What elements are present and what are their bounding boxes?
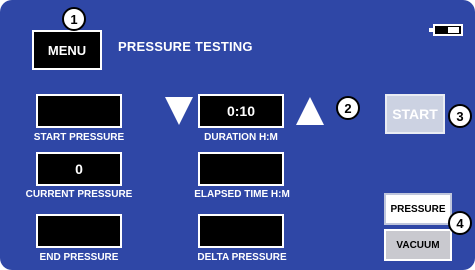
callout-marker-1: 1 xyxy=(62,7,86,31)
pressure-testing-screen: MENU PRESSURE TESTING START PRESSURE 0:1… xyxy=(0,0,475,270)
pressure-mode-button[interactable]: PRESSURE xyxy=(384,193,452,225)
elapsed-time-label: ELAPSED TIME H:M xyxy=(194,189,290,200)
duration-label: DURATION H:M xyxy=(204,132,278,143)
current-pressure-label: CURRENT PRESSURE xyxy=(25,189,133,200)
page-title: PRESSURE TESTING xyxy=(118,39,253,54)
triangle-up-icon[interactable] xyxy=(296,97,324,125)
start-pressure-label: START PRESSURE xyxy=(33,132,125,143)
callout-marker-3: 3 xyxy=(448,104,472,128)
start-button[interactable]: START xyxy=(385,94,445,134)
delta-pressure-label: DELTA PRESSURE xyxy=(197,252,287,263)
delta-pressure-display xyxy=(198,214,284,248)
end-pressure-label: END PRESSURE xyxy=(39,252,119,263)
duration-field[interactable]: 0:10 xyxy=(198,94,284,128)
current-pressure-display: 0 xyxy=(36,152,122,186)
triangle-down-icon[interactable] xyxy=(165,97,193,125)
menu-button[interactable]: MENU xyxy=(32,30,102,70)
elapsed-time-display xyxy=(198,152,284,186)
vacuum-mode-button[interactable]: VACUUM xyxy=(384,229,452,261)
callout-marker-2: 2 xyxy=(336,96,360,120)
start-pressure-display xyxy=(36,94,122,128)
callout-marker-4: 4 xyxy=(448,211,472,235)
end-pressure-display xyxy=(36,214,122,248)
battery-icon xyxy=(429,24,463,36)
battery-level-fill xyxy=(448,27,459,33)
